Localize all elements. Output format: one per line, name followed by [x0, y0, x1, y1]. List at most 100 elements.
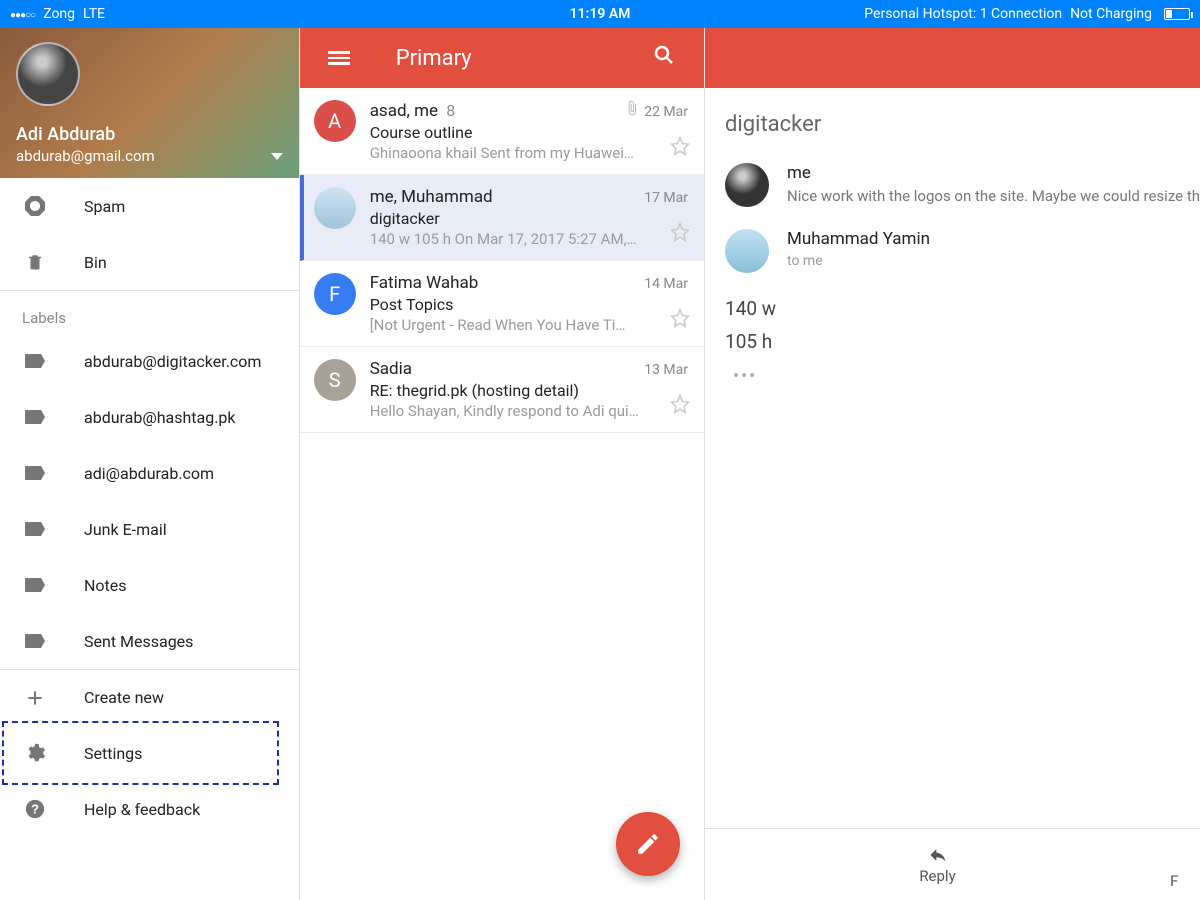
conversation-avatar: A — [314, 100, 356, 142]
star-icon[interactable] — [670, 394, 690, 418]
sidebar-label: Help & feedback — [84, 800, 200, 819]
sidebar-label-item[interactable]: adi@abdurab.com — [0, 445, 299, 501]
message-collapsed[interactable]: me Nice work with the logos on the site.… — [725, 163, 1200, 207]
conversation-from: Fatima Wahab — [370, 273, 479, 293]
help-icon: ? — [22, 798, 48, 820]
conversation-avatar: F — [314, 273, 356, 315]
sender-name: me — [787, 163, 1200, 183]
account-email: abdurab@gmail.com — [16, 147, 155, 165]
sidebar-label: Junk E-mail — [84, 520, 167, 539]
sidebar-item-settings[interactable]: Settings — [0, 725, 299, 781]
sidebar-label: Sent Messages — [84, 632, 193, 651]
star-icon[interactable] — [670, 136, 690, 160]
label-icon — [25, 466, 45, 480]
detail-subject: digitacker — [725, 112, 1200, 137]
conversation-avatar — [314, 187, 356, 229]
sidebar-label: abdurab@hashtag.pk — [84, 408, 236, 427]
svg-text:?: ? — [31, 802, 39, 817]
conversation-snippet: Hello Shayan, Kindly respond to Adi qui… — [370, 402, 688, 420]
charge-label: Not Charging — [1070, 6, 1152, 22]
forward-button-partial[interactable]: F — [1170, 829, 1200, 900]
sidebar-item-spam[interactable]: Spam — [0, 178, 299, 234]
message-body-line: 140 w — [725, 295, 1200, 324]
chevron-down-icon[interactable] — [271, 153, 283, 160]
sidebar-label-item[interactable]: Notes — [0, 557, 299, 613]
sidebar-label-item[interactable]: Junk E-mail — [0, 501, 299, 557]
conversation-avatar: S — [314, 359, 356, 401]
conversation-row[interactable]: me, Muhammad 17 Mar digitacker 140 w 105… — [300, 175, 704, 261]
sidebar-label: Settings — [84, 744, 142, 763]
sidebar-label-item[interactable]: abdurab@hashtag.pk — [0, 389, 299, 445]
reply-label: Reply — [919, 867, 955, 885]
conversation-subject: Course outline — [370, 123, 688, 142]
clock: 11:19 AM — [570, 6, 631, 22]
search-icon[interactable] — [652, 43, 676, 73]
conversation-subject: digitacker — [370, 209, 688, 228]
network-label: LTE — [83, 6, 105, 22]
message-body-line: 105 h — [725, 328, 1200, 357]
recipient-label: to me — [787, 253, 930, 269]
conversation-row[interactable]: A asad, me 8 22 Mar Course outline Ghina… — [300, 88, 704, 175]
conversation-subject: RE: thegrid.pk (hosting detail) — [370, 381, 688, 400]
star-icon[interactable] — [670, 222, 690, 246]
sidebar-item-help[interactable]: ? Help & feedback — [0, 781, 299, 837]
sender-avatar — [725, 229, 769, 273]
compose-button[interactable] — [616, 812, 680, 876]
conversation-date: 17 Mar — [644, 190, 688, 206]
account-header[interactable]: Adi Abdurab abdurab@gmail.com — [0, 28, 299, 178]
conversation-subject: Post Topics — [370, 295, 688, 314]
conversation-row[interactable]: S Sadia 13 Mar RE: thegrid.pk (hosting d… — [300, 347, 704, 433]
account-name: Adi Abdurab — [16, 124, 283, 145]
plus-icon — [22, 688, 48, 708]
label-icon — [25, 578, 45, 592]
ios-status-bar: Zong LTE 11:19 AM Personal Hotspot: 1 Co… — [0, 0, 1200, 28]
detail-action-bar: Reply F — [705, 828, 1200, 900]
conversation-date: 22 Mar — [624, 100, 688, 120]
conversation-list: Primary A asad, me 8 22 Mar Course outli… — [300, 28, 705, 900]
attachment-icon — [624, 104, 640, 120]
sender-name: Muhammad Yamin — [787, 229, 930, 249]
conversation-date: 13 Mar — [644, 362, 688, 378]
hotspot-label: Personal Hotspot: 1 Connection — [864, 6, 1062, 22]
message-detail: digitacker me Nice work with the logos o… — [705, 28, 1200, 900]
conversation-snippet: [Not Urgent - Read When You Have Ti… — [370, 316, 688, 334]
show-trimmed-icon[interactable]: ••• — [725, 364, 765, 389]
sidebar: Adi Abdurab abdurab@gmail.com Spam Bin L… — [0, 28, 300, 900]
forward-label: F — [1170, 872, 1178, 890]
sidebar-label-item[interactable]: Sent Messages — [0, 613, 299, 669]
conversation-row[interactable]: F Fatima Wahab 14 Mar Post Topics [Not U… — [300, 261, 704, 347]
list-toolbar: Primary — [300, 28, 704, 88]
sender-avatar — [725, 163, 769, 207]
battery-icon — [1164, 8, 1190, 20]
spam-icon — [25, 196, 45, 216]
gear-icon — [22, 742, 48, 764]
signal-dots-icon — [10, 6, 35, 22]
message-expanded-header[interactable]: Muhammad Yamin to me — [725, 229, 1200, 273]
label-icon — [25, 410, 45, 424]
sidebar-label-item[interactable]: abdurab@digitacker.com — [0, 333, 299, 389]
conversation-date: 14 Mar — [644, 276, 688, 292]
reply-button[interactable]: Reply — [705, 829, 1170, 900]
sidebar-label: adi@abdurab.com — [84, 464, 214, 483]
sidebar-label: Notes — [84, 576, 127, 595]
star-icon[interactable] — [670, 308, 690, 332]
sidebar-label: Bin — [84, 253, 107, 272]
list-title: Primary — [396, 46, 472, 71]
carrier-label: Zong — [43, 6, 75, 22]
conversation-snippet: 140 w 105 h On Mar 17, 2017 5:27 AM,… — [370, 230, 688, 248]
account-avatar — [16, 42, 80, 106]
sidebar-label: Spam — [84, 197, 125, 216]
label-icon — [25, 354, 45, 368]
sidebar-label: Create new — [84, 688, 164, 707]
sidebar-label: abdurab@digitacker.com — [84, 352, 261, 371]
conversation-from: Sadia — [370, 359, 412, 379]
conversation-from: me, Muhammad — [370, 187, 493, 207]
label-icon — [25, 634, 45, 648]
conversation-snippet: Ghinaoona khail Sent from my Huawei… — [370, 144, 688, 162]
sidebar-item-create[interactable]: Create new — [0, 669, 299, 725]
sidebar-item-bin[interactable]: Bin — [0, 234, 299, 290]
menu-icon[interactable] — [328, 48, 350, 68]
message-snippet: Nice work with the logos on the site. Ma… — [787, 187, 1200, 205]
trash-icon — [22, 252, 48, 272]
label-icon — [25, 522, 45, 536]
